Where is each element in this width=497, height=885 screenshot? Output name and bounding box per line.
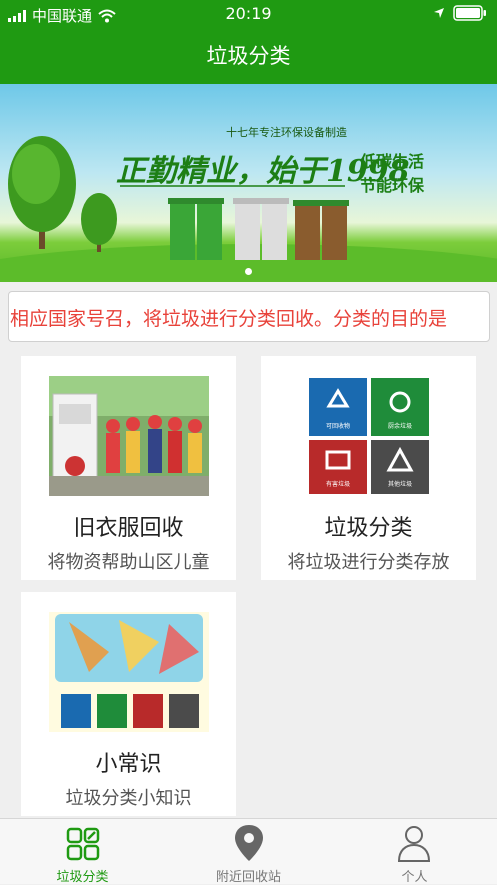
card-title: 小常识: [95, 752, 162, 777]
card-clothes-recycling[interactable]: 旧衣服回收 将物资帮助山区儿童: [21, 356, 236, 580]
notice-text: 相应国家号召，将垃圾进行分类回收。分类的目的是: [10, 308, 448, 330]
card-title: 垃圾分类: [324, 516, 413, 541]
sorting-tips-illustration: [49, 612, 209, 732]
card-subtitle: 垃圾分类小知识: [65, 788, 192, 809]
other-waste-label: 其他垃圾: [388, 480, 412, 488]
recyclable-label: 可回收物: [326, 422, 350, 430]
status-bar: 中国联通 20:19: [0, 0, 497, 28]
garbage-categories-image: 可回收物 厨余垃圾 有害垃圾 其他垃圾: [289, 376, 449, 496]
person-icon: [397, 826, 431, 862]
card-tips[interactable]: 小常识 垃圾分类小知识: [21, 592, 236, 816]
card-title: 旧衣服回收: [73, 516, 184, 541]
card-subtitle: 将垃圾进行分类存放: [287, 552, 450, 573]
banner-slogan-side-2: 节能环保: [360, 176, 425, 195]
tab-label: 附近回收站: [215, 870, 281, 885]
banner-slogan-side-1: 低碳生活: [360, 152, 425, 171]
carousel-dot[interactable]: [245, 268, 252, 275]
nav-bar: 垃圾分类: [0, 28, 497, 84]
card-subtitle: 将物资帮助山区儿童: [47, 552, 210, 573]
promo-banner[interactable]: 十七年专注环保设备制造 正勤精业，始于1998 低碳生活 节能环保: [0, 84, 497, 282]
kitchen-waste-label: 厨余垃圾: [388, 422, 412, 430]
tab-garbage-classification[interactable]: 垃圾分类: [0, 819, 165, 885]
battery-icon: [453, 5, 486, 21]
tab-label: 个人: [401, 870, 428, 885]
location-arrow-icon: [434, 8, 444, 18]
tab-nearby-stations[interactable]: 附近回收站: [166, 819, 331, 885]
carousel-indicator[interactable]: [0, 260, 497, 279]
clock: 20:19: [225, 4, 272, 23]
banner-tagline: 十七年专注环保设备制造: [226, 126, 347, 139]
notice-marquee[interactable]: 相应国家号召，将垃圾进行分类回收。分类的目的是: [8, 291, 490, 342]
location-pin-icon: [235, 825, 263, 861]
tab-label: 垃圾分类: [56, 870, 109, 885]
page-title: 垃圾分类: [206, 44, 291, 68]
tab-bar: 垃圾分类 附近回收站 个人: [0, 818, 497, 885]
card-garbage-classification[interactable]: 可回收物 厨余垃圾 有害垃圾 其他垃圾 垃圾分类 将垃圾进行分类存放: [261, 356, 476, 580]
clothes-recycling-photo: [49, 376, 209, 496]
harmful-waste-label: 有害垃圾: [326, 480, 350, 488]
tab-profile[interactable]: 个人: [332, 819, 497, 885]
grid-icon: [66, 827, 100, 861]
